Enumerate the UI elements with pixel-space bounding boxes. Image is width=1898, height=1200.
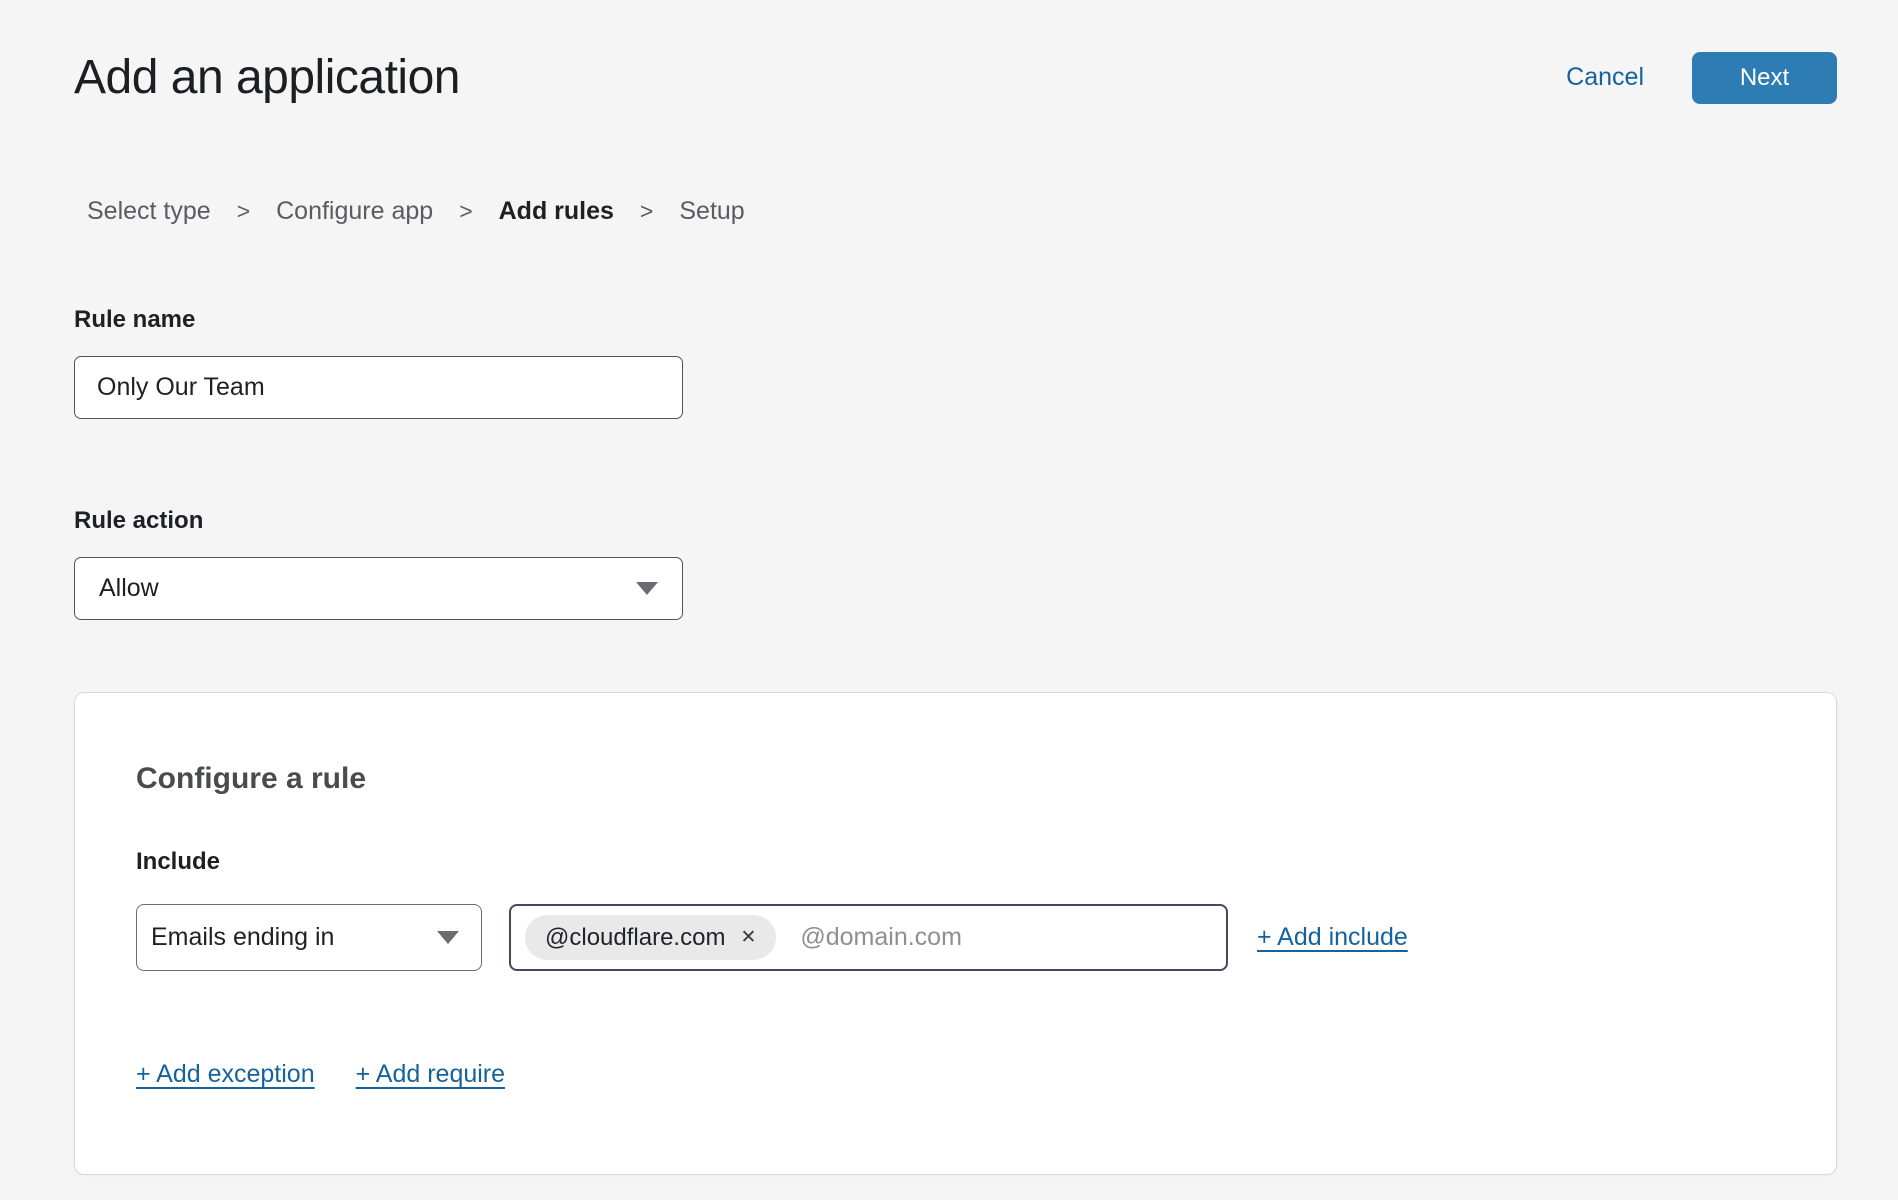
- breadcrumb-separator-icon: >: [237, 198, 250, 225]
- breadcrumb-step-add-rules[interactable]: Add rules: [499, 197, 614, 226]
- rule-action-selected-value: Allow: [99, 574, 159, 603]
- rule-name-section: Rule name: [74, 306, 1837, 419]
- cancel-button[interactable]: Cancel: [1566, 63, 1644, 92]
- rule-action-section: Rule action Allow: [74, 507, 1837, 620]
- email-domains-tag-input[interactable]: @cloudflare.com ✕: [509, 904, 1228, 971]
- domain-entry-input[interactable]: [800, 923, 1212, 952]
- breadcrumb-separator-icon: >: [640, 198, 653, 225]
- chevron-down-icon: [437, 931, 459, 944]
- add-application-page: Add an application Cancel Next Select ty…: [0, 0, 1898, 1175]
- next-button[interactable]: Next: [1692, 52, 1837, 104]
- domain-chip-label: @cloudflare.com: [545, 924, 725, 952]
- add-exception-link[interactable]: + Add exception: [136, 1060, 315, 1089]
- page-title: Add an application: [74, 50, 460, 105]
- add-require-link[interactable]: + Add require: [356, 1060, 505, 1089]
- rule-action-label: Rule action: [74, 507, 203, 534]
- include-type-select[interactable]: Emails ending in: [136, 904, 482, 971]
- add-include-link[interactable]: + Add include: [1257, 923, 1408, 952]
- breadcrumb-step-select-type[interactable]: Select type: [87, 197, 211, 226]
- chevron-down-icon: [636, 582, 658, 595]
- breadcrumb-step-setup[interactable]: Setup: [679, 197, 744, 226]
- configure-rule-card: Configure a rule Include Emails ending i…: [74, 692, 1837, 1175]
- breadcrumb-step-configure-app[interactable]: Configure app: [276, 197, 433, 226]
- header-actions: Cancel Next: [1566, 52, 1837, 104]
- page-header: Add an application Cancel Next: [74, 50, 1837, 105]
- domain-chip: @cloudflare.com ✕: [525, 915, 776, 960]
- rule-action-select[interactable]: Allow: [74, 557, 683, 620]
- include-label: Include: [136, 848, 1776, 876]
- card-title: Configure a rule: [136, 762, 1776, 796]
- rule-name-input[interactable]: [74, 356, 683, 419]
- include-rule-row: Emails ending in @cloudflare.com ✕ + Add…: [136, 904, 1776, 971]
- breadcrumb-separator-icon: >: [459, 198, 472, 225]
- chip-remove-icon[interactable]: ✕: [740, 928, 756, 947]
- breadcrumb: Select type > Configure app > Add rules …: [74, 197, 1837, 226]
- card-links-row: + Add exception + Add require: [136, 1060, 1776, 1089]
- include-type-selected-value: Emails ending in: [151, 923, 334, 952]
- rule-name-label: Rule name: [74, 306, 195, 333]
